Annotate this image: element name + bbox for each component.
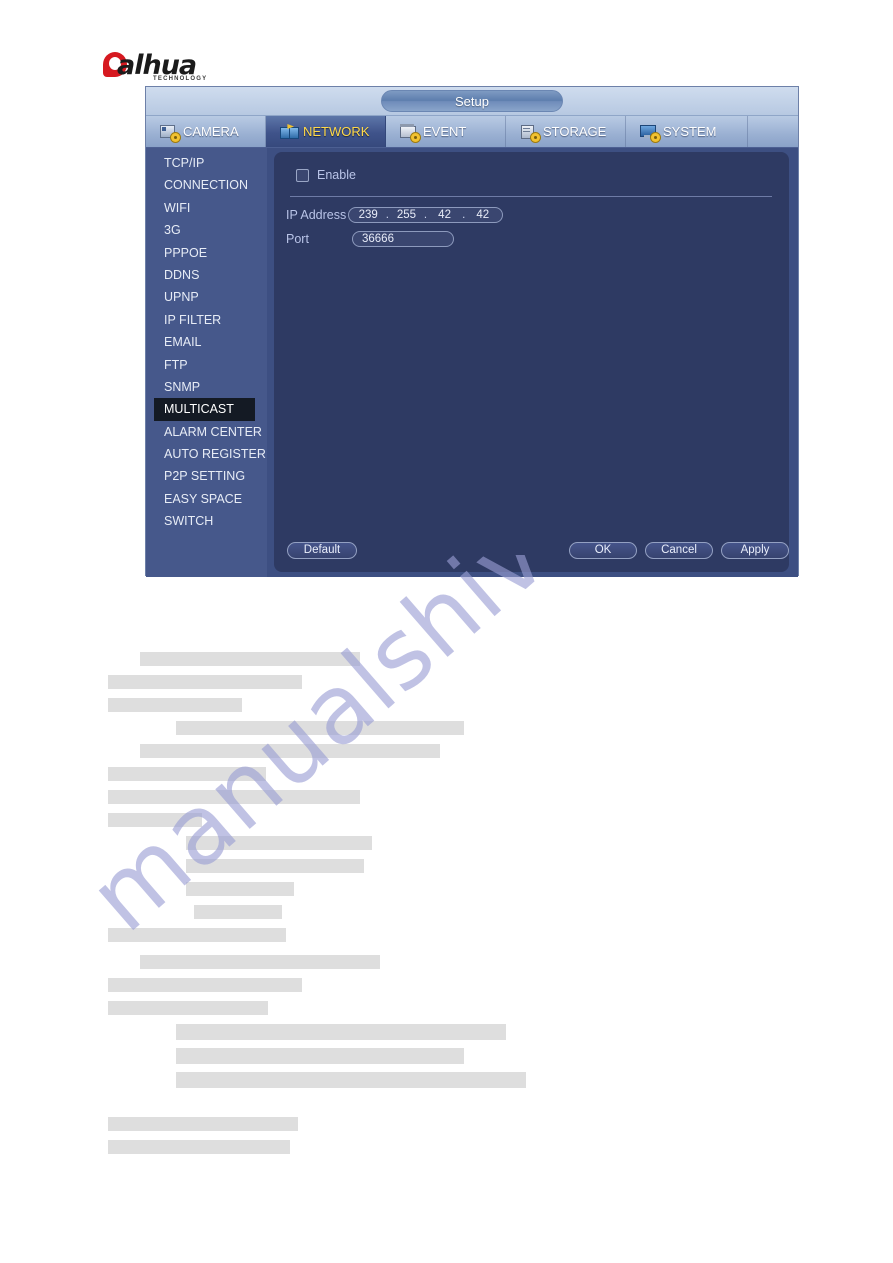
redacted-text-bar (176, 1048, 464, 1064)
redacted-text-bar (108, 767, 266, 781)
redacted-text-bar (108, 675, 302, 689)
sidebar-item-switch[interactable]: SWITCH (146, 510, 267, 532)
ip-address-row: IP Address 239 . 255 . 42 . 42 (286, 207, 503, 223)
ip-separator: . (385, 209, 389, 221)
sidebar-item-alarm-center[interactable]: ALARM CENTER (146, 421, 267, 443)
redacted-text-bar (108, 978, 302, 992)
tab-camera-label: CAMERA (183, 124, 239, 139)
redacted-text-bar (140, 652, 360, 666)
redacted-text-bar (186, 859, 364, 873)
redacted-text-bar (186, 836, 372, 850)
sidebar-item-easy-space[interactable]: EASY SPACE (146, 488, 267, 510)
ip-separator: . (423, 209, 428, 221)
tab-camera[interactable]: CAMERA (146, 116, 266, 147)
enable-row[interactable]: Enable (296, 168, 356, 182)
default-button[interactable]: Default (287, 542, 357, 559)
tab-system-label: SYSTEM (663, 124, 717, 139)
panel-button-bar: Default OK Cancel Apply (274, 542, 789, 560)
storage-icon (520, 124, 540, 142)
redacted-text-bar (108, 813, 202, 827)
ip-octet-4[interactable]: 42 (473, 207, 493, 223)
tab-event[interactable]: EVENT (386, 116, 506, 147)
event-icon (400, 124, 420, 142)
redacted-text-bar (108, 790, 360, 804)
redacted-text-bar (140, 955, 380, 969)
redacted-text-bar (176, 1024, 506, 1040)
sidebar-item-tcp-ip[interactable]: TCP/IP (146, 152, 267, 174)
sidebar-item-connection[interactable]: CONNECTION (146, 174, 267, 196)
ip-address-label: IP Address (286, 208, 347, 222)
redacted-text-bar (108, 1001, 268, 1015)
redacted-text-bar (108, 698, 242, 712)
tab-system[interactable]: SYSTEM (626, 116, 748, 147)
redacted-text-bar (108, 1117, 298, 1131)
network-icon (280, 124, 299, 139)
tab-storage-label: STORAGE (543, 124, 607, 139)
tabs-filler (748, 116, 798, 147)
redacted-text-bar (140, 744, 440, 758)
dialog-titlebar: Setup (146, 87, 798, 115)
ip-separator: . (462, 209, 466, 221)
setup-dialog: Setup CAMERA NETWORK EVENT STORAGE SYSTE… (145, 86, 799, 577)
port-row: Port 36666 (286, 231, 454, 247)
redacted-text-bar (108, 1140, 290, 1154)
panel-divider (290, 196, 772, 197)
multicast-panel: Enable IP Address 239 . 255 . 42 . 42 Po… (274, 152, 789, 572)
enable-checkbox[interactable] (296, 168, 309, 182)
redacted-text-bar (108, 928, 286, 942)
sidebar-item-ftp[interactable]: FTP (146, 354, 267, 376)
sidebar-item-multicast[interactable]: MULTICAST (154, 398, 255, 421)
sidebar-item-snmp[interactable]: SNMP (146, 376, 267, 398)
redacted-text-bar (176, 721, 464, 735)
sidebar-item-3g[interactable]: 3G (146, 219, 267, 241)
redacted-text-bar (186, 882, 294, 896)
tab-storage[interactable]: STORAGE (506, 116, 626, 147)
network-sidebar: TCP/IP CONNECTION WIFI 3G PPPOE DDNS UPNP IP FI… (146, 148, 267, 577)
system-icon (640, 124, 660, 142)
ok-button[interactable]: OK (569, 542, 637, 559)
tab-event-label: EVENT (423, 124, 467, 139)
port-label: Port (286, 232, 309, 246)
enable-label: Enable (317, 168, 356, 182)
camera-icon (160, 124, 180, 142)
sidebar-item-auto-register[interactable]: AUTO REGISTER (146, 443, 267, 465)
redacted-text-bar (194, 905, 282, 919)
sidebar-item-ddns[interactable]: DDNS (146, 264, 267, 286)
tab-network-label: NETWORK (303, 124, 370, 139)
sidebar-item-email[interactable]: EMAIL (146, 331, 267, 353)
ip-octet-1[interactable]: 239 (358, 207, 378, 223)
apply-button[interactable]: Apply (721, 542, 789, 559)
cancel-button[interactable]: Cancel (645, 542, 713, 559)
main-tabs: CAMERA NETWORK EVENT STORAGE SYSTEM (146, 115, 798, 148)
sidebar-item-pppoe[interactable]: PPPOE (146, 242, 267, 264)
dialog-title: Setup (381, 90, 563, 112)
redacted-text-bar (176, 1072, 526, 1088)
sidebar-item-upnp[interactable]: UPNP (146, 286, 267, 308)
port-input[interactable]: 36666 (352, 231, 454, 247)
ip-address-input[interactable]: 239 . 255 . 42 . 42 (348, 207, 503, 223)
tab-network[interactable]: NETWORK (266, 116, 386, 147)
sidebar-item-wifi[interactable]: WIFI (146, 197, 267, 219)
sidebar-item-ip-filter[interactable]: IP FILTER (146, 309, 267, 331)
dialog-body: TCP/IP CONNECTION WIFI 3G PPPOE DDNS UPNP IP FI… (146, 148, 798, 577)
ip-octet-3[interactable]: 42 (435, 207, 455, 223)
ip-octet-2[interactable]: 255 (396, 207, 416, 223)
sidebar-item-p2p-setting[interactable]: P2P SETTING (146, 465, 267, 487)
